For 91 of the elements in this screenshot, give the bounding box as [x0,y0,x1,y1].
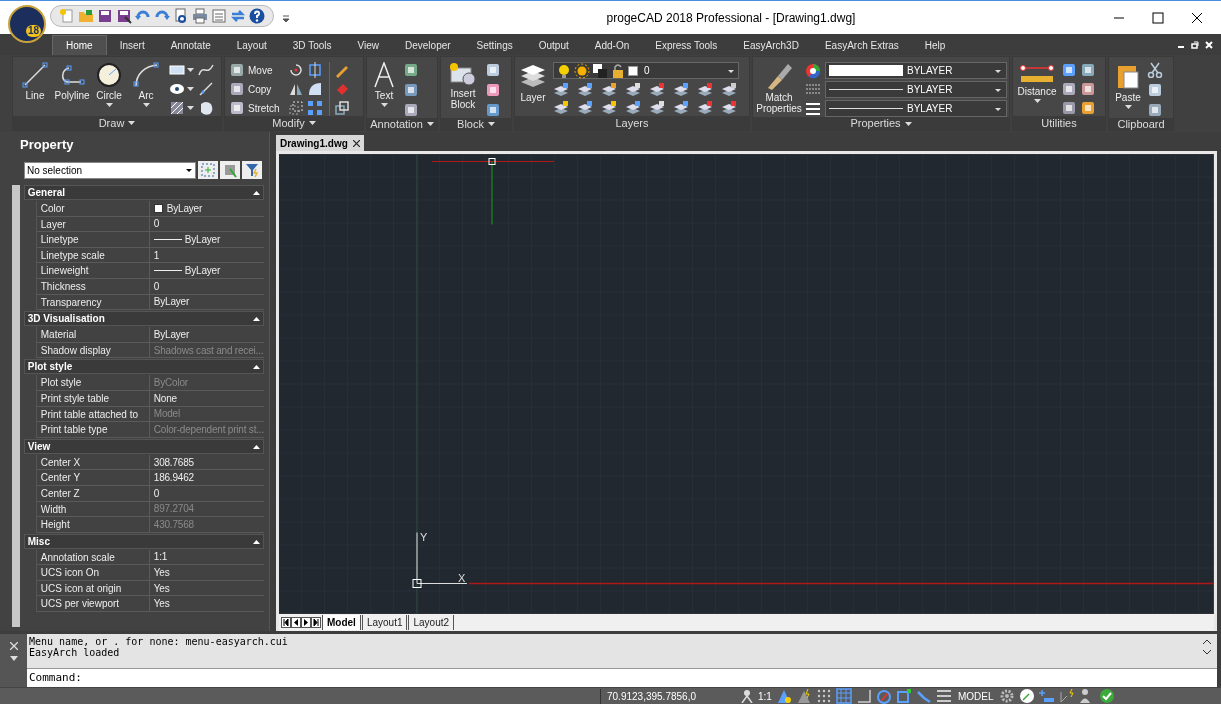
version-badge: 18 [25,25,41,37]
property-name: Material [36,327,150,342]
sheet-tab[interactable]: Layout2 [408,615,455,630]
property-name: Print table type [36,422,150,437]
panel-title[interactable]: Layers [615,117,649,129]
ribbon-tab[interactable]: Add-On [581,35,643,55]
section-header[interactable]: Plot style [23,359,264,375]
ribbon-tool-button[interactable]: Distance [1017,62,1057,116]
property-name: UCS icon On [36,565,150,580]
ribbon-tool-button[interactable]: Paste [1113,62,1143,118]
property-value[interactable]: 308.7685 [153,454,194,470]
coordinates-readout: 70.9123,395.7856,0 [600,688,740,704]
property-value[interactable]: 0 [153,216,160,232]
ribbon-tool-button[interactable]: Layer [519,62,547,116]
property-name: Color [36,201,150,216]
command-input[interactable]: Command: [27,668,1217,687]
property-value[interactable]: ByLayer [153,294,190,310]
panel-title: Property [20,136,74,155]
property-value[interactable]: 186.9462 [153,470,194,486]
command-history-line: Menu name, or . for none: menu-easyarch.cui [29,636,289,647]
property-value[interactable]: ByLayer [153,326,190,342]
panel-title[interactable]: Properties [850,118,901,129]
ribbon-tool-button[interactable]: Move [229,62,280,78]
property-value[interactable]: Yes [153,596,170,612]
space-toggle[interactable]: MODEL [955,688,996,704]
ribbon-tab[interactable]: Help [911,35,959,55]
property-value[interactable]: None [153,390,177,406]
ribbon-tab[interactable]: 3D Tools [279,35,345,55]
property-value[interactable]: Yes [153,580,170,596]
property-dropdown[interactable]: BYLAYER [825,62,1007,79]
property-value[interactable]: 1 [153,247,160,263]
layer-dropdown[interactable]: 0 [553,62,739,79]
ribbon-tool-button[interactable]: Insert Block [445,62,481,118]
property-name: Center X [36,454,150,470]
selection-dropdown[interactable]: No selection [24,161,196,179]
panel-title[interactable]: Draw [98,117,125,129]
ribbon-tab[interactable]: Developer [392,35,464,55]
command-history-line: EasyArch loaded [29,647,121,658]
property-value[interactable]: 1:1 [153,549,168,565]
ribbon-tool-button[interactable]: Arc [128,62,164,107]
property-dropdown[interactable]: BYLAYER [825,81,1007,98]
ribbon-tab[interactable]: View [344,35,392,55]
sheet-tab[interactable]: Layout1 [361,615,408,630]
property-name: Width [36,501,150,517]
property-name: Center Z [36,485,150,501]
section-header[interactable]: 3D Visualisation [23,311,264,327]
property-name: Center Y [36,470,150,485]
ribbon-tool-button[interactable]: Circle [91,62,127,107]
property-value[interactable]: ByLayer [184,232,221,247]
ribbon-tool-button[interactable]: Text [371,62,397,118]
property-name: Print style table [36,390,150,406]
ribbon-tool-button[interactable]: Copy [229,81,280,97]
property-name: Shadow display [36,342,150,358]
property-value[interactable]: ByLayer [184,263,221,279]
ribbon-tab[interactable]: Express Tools [642,35,731,55]
section-header[interactable]: View [23,438,264,454]
ribbon-tool-button[interactable]: Stretch [229,100,280,116]
ribbon-tab[interactable]: Annotate [157,35,224,55]
document-tab[interactable]: Drawing1.dwg [276,135,364,151]
property-dropdown[interactable]: BYLAYER [825,100,1007,117]
property-name: UCS per viewport [36,596,150,612]
property-value[interactable]: 0 [153,278,160,294]
ribbon-tab[interactable]: Insert [106,35,158,55]
section-header[interactable]: Misc [23,533,264,549]
ribbon-tab[interactable]: Output [525,35,582,55]
property-name: Annotation scale [36,549,150,565]
property-name: Linetype scale [36,247,150,263]
ribbon-tab[interactable]: EasyArch Extras [811,35,912,55]
ribbon-tool-button[interactable]: Line [17,62,53,101]
annotation-scale[interactable]: 1:1 [758,688,772,704]
window-title: progeCAD 2018 Professional - [Drawing1.dwg] [605,9,857,27]
property-name: UCS icon at origin [36,580,150,596]
property-name: Plot style [36,375,150,390]
property-name: Height [36,517,150,532]
ribbon-tab[interactable]: Settings [463,35,526,55]
property-name: Thickness [36,278,150,294]
section-header[interactable]: General [23,185,264,200]
ribbon-tool-button[interactable]: Polyline [54,62,90,101]
property-name: Linetype [36,232,150,247]
property-name: Transparency [36,294,150,310]
ribbon-tab[interactable]: Home [52,35,107,55]
property-value[interactable]: Yes [153,565,170,581]
property-name: Layer [36,216,150,232]
ribbon-tool-button[interactable]: Match Properties [757,62,801,117]
property-value[interactable]: 0 [153,485,160,501]
property-value[interactable]: ByLayer [166,200,203,216]
property-name: Lineweight [36,263,150,278]
ribbon-tab[interactable]: Layout [223,35,280,55]
property-name: Print table attached to [36,406,150,422]
sheet-tab[interactable]: Model [322,615,361,630]
ribbon-tab[interactable]: EasyArch3D [730,35,812,55]
